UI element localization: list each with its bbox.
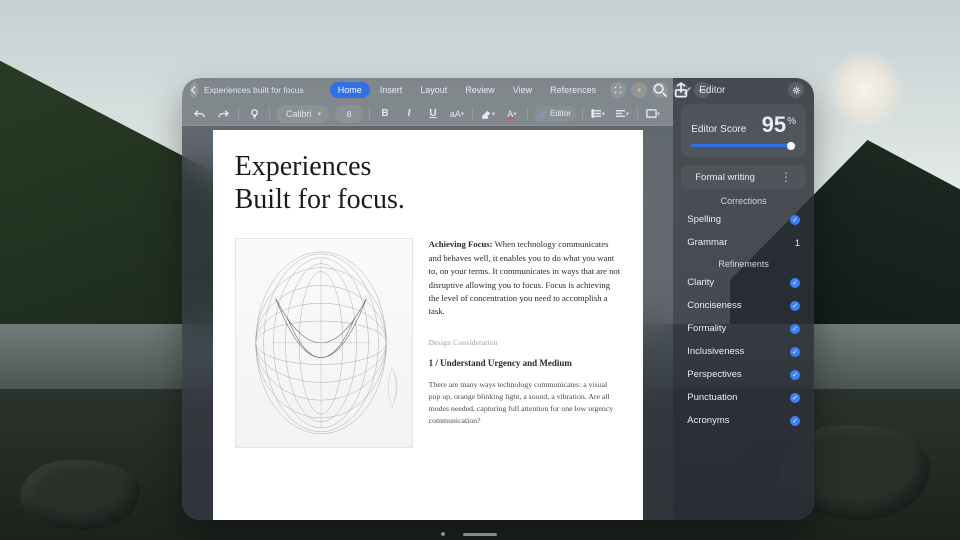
- check-icon: ✓: [790, 393, 800, 403]
- ribbon-tabs: Home Insert Layout Review View Reference…: [330, 82, 604, 98]
- more-icon: ⋮: [780, 171, 792, 183]
- styles-icon[interactable]: ▾: [644, 105, 662, 123]
- overflow-icon[interactable]: ⋯: [694, 82, 710, 98]
- separator: [369, 107, 370, 121]
- check-icon: ✓: [790, 370, 800, 380]
- check-icon: ✓: [790, 278, 800, 288]
- editor-chip[interactable]: Editor: [534, 106, 576, 122]
- tab-home[interactable]: Home: [330, 82, 370, 98]
- separator: [527, 107, 528, 121]
- check-icon: ✓: [790, 324, 800, 334]
- refinement-formality[interactable]: Formality✓: [673, 317, 814, 340]
- editor-score-bar: [691, 144, 796, 147]
- copilot-icon[interactable]: ✦: [631, 82, 647, 98]
- correction-spelling[interactable]: Spelling ✓: [673, 208, 814, 231]
- refinement-acronyms[interactable]: Acronyms✓: [673, 409, 814, 432]
- bold-button[interactable]: B: [376, 105, 394, 123]
- editor-score-label: Editor Score: [691, 124, 746, 135]
- refinement-clarity[interactable]: Clarity✓: [673, 271, 814, 294]
- corrections-heading: Corrections: [673, 191, 814, 208]
- lightbulb-icon[interactable]: [245, 105, 263, 123]
- panel-settings-icon[interactable]: [788, 82, 804, 98]
- lead-paragraph: Achieving Focus: When technology communi…: [429, 238, 621, 319]
- writing-style-value: Formal writing: [695, 172, 755, 183]
- bullet-list-icon[interactable]: ▾: [589, 105, 607, 123]
- check-icon: ✓: [790, 416, 800, 426]
- tab-view[interactable]: View: [505, 82, 540, 98]
- section-body: There are many ways technology communica…: [429, 379, 621, 427]
- tab-insert[interactable]: Insert: [372, 82, 411, 98]
- refinement-inclusiveness[interactable]: Inclusiveness✓: [673, 340, 814, 363]
- word-window: Experiences built for focus Home Insert …: [182, 78, 814, 520]
- font-family-select[interactable]: Calibri ▾: [276, 105, 329, 123]
- section-eyebrow: Design Consideration: [429, 337, 621, 349]
- undo-icon[interactable]: [190, 105, 208, 123]
- refinement-punctuation[interactable]: Punctuation✓: [673, 386, 814, 409]
- window-grab-handle[interactable]: [441, 532, 519, 536]
- font-size-select[interactable]: 8: [335, 105, 363, 123]
- canvas[interactable]: Experiences Built for focus.: [182, 126, 673, 520]
- page-heading: Experiences Built for focus.: [235, 150, 621, 216]
- document-title: Experiences built for focus: [204, 85, 304, 95]
- chevron-down-icon: ▾: [318, 110, 322, 118]
- search-icon[interactable]: [652, 82, 668, 98]
- section-heading: 1 / Understand Urgency and Medium: [429, 357, 621, 371]
- editor-chip-label: Editor: [550, 109, 571, 118]
- separator: [637, 107, 638, 121]
- refinement-conciseness[interactable]: Conciseness✓: [673, 294, 814, 317]
- highlight-icon[interactable]: ▾: [479, 105, 497, 123]
- text-size-icon[interactable]: aA▾: [448, 105, 466, 123]
- tab-references[interactable]: References: [542, 82, 604, 98]
- writing-style-select[interactable]: Formal writing ⋮: [681, 165, 806, 189]
- title-bar: Experiences built for focus Home Insert …: [182, 78, 673, 102]
- separator: [582, 107, 583, 121]
- align-icon[interactable]: ▾: [613, 105, 631, 123]
- immersive-view-icon[interactable]: [610, 82, 626, 98]
- italic-button[interactable]: I: [400, 105, 418, 123]
- formatting-toolbar: Calibri ▾ 8 B I U aA▾ ▾ A▾ Editor ▾ ▾ ▾: [182, 102, 673, 126]
- redo-icon[interactable]: [214, 105, 232, 123]
- editor-panel: Editor Editor Score 95% Formal writing ⋮…: [673, 78, 814, 520]
- grammar-count: 1: [795, 238, 800, 248]
- font-color-icon[interactable]: A▾: [503, 105, 521, 123]
- document-illustration: [235, 238, 413, 448]
- separator: [238, 107, 239, 121]
- check-icon: ✓: [790, 215, 800, 225]
- tab-layout[interactable]: Layout: [412, 82, 455, 98]
- font-family-value: Calibri: [286, 109, 312, 119]
- refinements-heading: Refinements: [673, 254, 814, 271]
- editor-score-value: 95%: [762, 112, 796, 138]
- share-icon[interactable]: [673, 82, 689, 98]
- tab-review[interactable]: Review: [457, 82, 503, 98]
- separator: [472, 107, 473, 121]
- refinement-perspectives[interactable]: Perspectives✓: [673, 363, 814, 386]
- correction-grammar[interactable]: Grammar 1: [673, 231, 814, 254]
- separator: [269, 107, 270, 121]
- back-button[interactable]: [190, 82, 198, 98]
- underline-button[interactable]: U: [424, 105, 442, 123]
- check-icon: ✓: [790, 301, 800, 311]
- editor-score-card[interactable]: Editor Score 95%: [681, 104, 806, 157]
- font-size-value: 8: [347, 109, 352, 119]
- check-icon: ✓: [790, 347, 800, 357]
- document-page[interactable]: Experiences Built for focus.: [213, 130, 643, 520]
